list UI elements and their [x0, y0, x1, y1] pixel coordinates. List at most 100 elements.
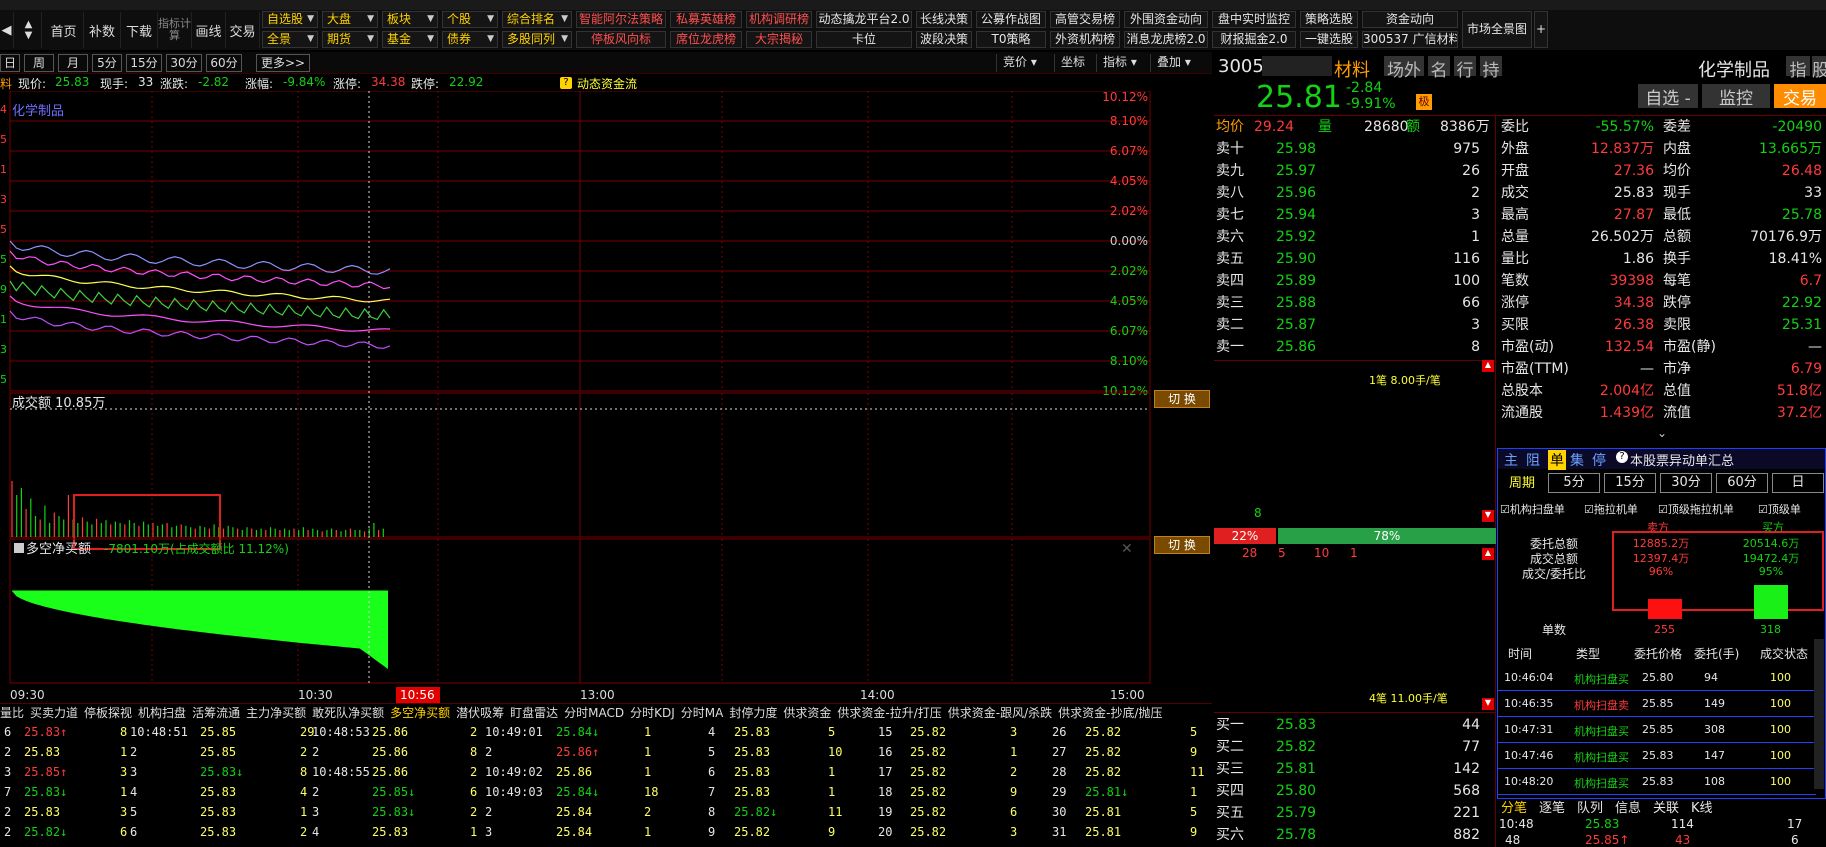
detail-tab[interactable]: K线 — [1691, 797, 1713, 816]
quick-news-dragon[interactable]: 消息龙虎榜2.0 — [1124, 31, 1208, 48]
indicator-tab[interactable]: 多空净买额 — [390, 706, 450, 720]
tool-auction[interactable]: 竞价 ▾ — [996, 54, 1050, 72]
help-icon[interactable]: ? — [1616, 451, 1628, 463]
abn-tab[interactable]: 集 — [1570, 450, 1584, 470]
abn-tab[interactable]: 停 — [1592, 450, 1606, 470]
indicator-tab[interactable]: 量比 — [0, 706, 24, 720]
quick-dragon-platform[interactable]: 动态擒龙平台2.0 — [816, 11, 912, 28]
draw-line-button[interactable]: 画线 — [192, 12, 226, 48]
tool-overlay[interactable]: 叠加 ▾ — [1150, 54, 1210, 72]
detail-tab[interactable]: 分笔 — [1501, 797, 1527, 816]
scroll-down-icon[interactable]: ▼ — [1482, 698, 1494, 710]
detail-tab[interactable]: 关联 — [1653, 797, 1679, 816]
trade-order-button[interactable]: 交易 — [1774, 84, 1826, 109]
period-60min[interactable]: 60分 — [206, 54, 242, 72]
list-scrollbar[interactable] — [1814, 639, 1824, 789]
dynamic-flow-link[interactable]: 动态资金流 — [577, 75, 637, 92]
select-ranking[interactable]: 综合排名 — [502, 11, 572, 28]
period-more[interactable]: 更多>> — [256, 54, 310, 72]
industry-name[interactable]: 化学制品 — [1698, 56, 1770, 82]
close-net-icon[interactable]: ✕ — [1121, 541, 1133, 557]
tag-industry[interactable]: 行 — [1454, 56, 1476, 81]
trade-button[interactable]: 交易 — [226, 12, 260, 48]
select-multi-stock[interactable]: 多股同列 — [502, 31, 572, 48]
supplement-data-button[interactable]: 补数 — [84, 12, 121, 48]
bid-row[interactable]: 买六 25.78 882 — [1214, 824, 1496, 846]
quick-swing[interactable]: 波段决策 — [916, 31, 972, 48]
add-tab-icon[interactable]: + — [1534, 11, 1548, 48]
stock-button[interactable]: 股 — [1812, 56, 1826, 81]
period-30min[interactable]: 30分 — [166, 54, 202, 72]
indicator-tab[interactable]: 分时KDJ — [630, 706, 675, 720]
abn-checkbox[interactable]: ☑拖拉机单 — [1584, 501, 1638, 517]
tool-indicator[interactable]: 指标 ▾ — [1096, 54, 1146, 72]
quick-earnings-mining[interactable]: 财报掘金2.0 — [1212, 31, 1296, 48]
updown-arrow-icon[interactable]: ▲ ▼ — [16, 12, 42, 48]
ask-row[interactable]: 卖八 25.96 2 — [1214, 182, 1496, 204]
period-week[interactable]: 周 — [24, 54, 54, 72]
abn-tab[interactable]: 单 — [1548, 450, 1566, 470]
bid-row[interactable]: 买五 25.79 221 — [1214, 802, 1496, 824]
ask-row[interactable]: 卖七 25.94 3 — [1214, 204, 1496, 226]
quick-market-panorama[interactable]: 市场全景图 — [1462, 11, 1532, 48]
indicator-tab[interactable]: 主力净买额 — [246, 706, 306, 720]
quick-long-term[interactable]: 长线决策 — [916, 11, 972, 28]
select-market[interactable]: 大盘 — [322, 11, 378, 28]
indicator-tab[interactable]: 敢死队净买额 — [312, 706, 384, 720]
ask-row[interactable]: 卖四 25.89 100 — [1214, 270, 1496, 292]
indicator-tab[interactable]: 停板探视 — [84, 706, 132, 720]
detail-tab[interactable]: 逐笔 — [1539, 797, 1565, 816]
quick-private-heroes[interactable]: 私募英雄榜 — [670, 11, 742, 28]
quick-institution-research[interactable]: 机构调研榜 — [746, 11, 812, 28]
scroll-up-icon[interactable]: ▲ — [1482, 360, 1494, 372]
select-bond[interactable]: 债券 — [442, 31, 498, 48]
abn-tab[interactable]: 主 — [1504, 450, 1518, 470]
detail-tab[interactable]: 队列 — [1577, 797, 1603, 816]
download-button[interactable]: 下载 — [121, 12, 158, 48]
ask-row[interactable]: 卖二 25.87 3 — [1214, 314, 1496, 336]
period-month[interactable]: 月 — [58, 54, 88, 72]
indicator-tab[interactable]: 供求资金-抄底/抛压 — [1058, 706, 1162, 720]
select-futures[interactable]: 期货 — [322, 31, 378, 48]
scroll-down-icon[interactable]: ▼ — [1482, 510, 1494, 522]
indicator-tab[interactable]: 分时MA — [681, 706, 724, 720]
quick-foreign-institutions[interactable]: 外资机构榜 — [1050, 31, 1120, 48]
indicator-tab[interactable]: 供求资金 — [783, 706, 831, 720]
abn-period-button[interactable]: 30分 — [1660, 473, 1712, 493]
tag-holders[interactable]: 持 — [1480, 56, 1502, 81]
home-button[interactable]: 首页 — [44, 12, 84, 48]
abn-period-button[interactable]: 15分 — [1604, 473, 1656, 493]
indicator-tab[interactable]: 供求资金-拉升/打压 — [837, 706, 941, 720]
abn-checkbox[interactable]: ☑机构扫盘单 — [1500, 501, 1565, 517]
intraday-chart[interactable]: 10.12% 8.10% 6.07% 4.05% 2.02% 0.00% 2.02% 4.05… — [0, 91, 1212, 703]
ask-row[interactable]: 卖六 25.92 1 — [1214, 226, 1496, 248]
tag-name[interactable]: 名 — [1428, 56, 1450, 81]
expand-chevron-icon[interactable]: ⌄ — [1657, 426, 1667, 440]
select-favorites[interactable]: 自选股 — [262, 11, 318, 28]
abn-checkbox[interactable]: ☑顶级拖拉机单 — [1658, 501, 1734, 517]
ask-row[interactable]: 卖三 25.88 66 — [1214, 292, 1496, 314]
tool-coordinate[interactable]: 坐标 — [1054, 54, 1100, 72]
quick-strategy-pick[interactable]: 策略选股 — [1300, 11, 1358, 28]
indicator-tab[interactable]: 封停力度 — [729, 706, 777, 720]
indicator-tab[interactable]: 供求资金-跟风/杀跌 — [948, 706, 1052, 720]
indicator-tab[interactable]: 盯盘雷达 — [510, 706, 558, 720]
quick-alpha-strategy[interactable]: 智能阿尔法策略 — [576, 11, 666, 28]
quick-executive-trades[interactable]: 高管交易榜 — [1050, 11, 1120, 28]
indicator-tab[interactable]: 分时MACD — [564, 706, 624, 720]
quick-realtime-monitor[interactable]: 盘中实时监控 — [1212, 11, 1296, 28]
ask-row[interactable]: 卖十 25.98 975 — [1214, 138, 1496, 160]
volume-switch-button[interactable]: 切 换 — [1154, 390, 1210, 408]
period-day[interactable]: 日 — [0, 54, 20, 72]
quick-stock-shortcut[interactable]: 300537 广信材料 — [1362, 31, 1458, 48]
scroll-up-icon[interactable]: ▲ — [1482, 548, 1494, 560]
help-icon[interactable]: ? — [560, 77, 572, 89]
index-button[interactable]: 指 — [1786, 56, 1810, 81]
period-15min[interactable]: 15分 — [126, 54, 162, 72]
select-overview[interactable]: 全景 — [262, 31, 318, 48]
quick-one-click-pick[interactable]: 一键选股 — [1300, 31, 1358, 48]
monitor-button[interactable]: 监控 — [1702, 84, 1770, 109]
bid-row[interactable]: 买一 25.83 44 — [1214, 714, 1496, 736]
quick-foreign-capital[interactable]: 外围资金动向 — [1124, 11, 1208, 28]
period-5min[interactable]: 5分 — [92, 54, 122, 72]
